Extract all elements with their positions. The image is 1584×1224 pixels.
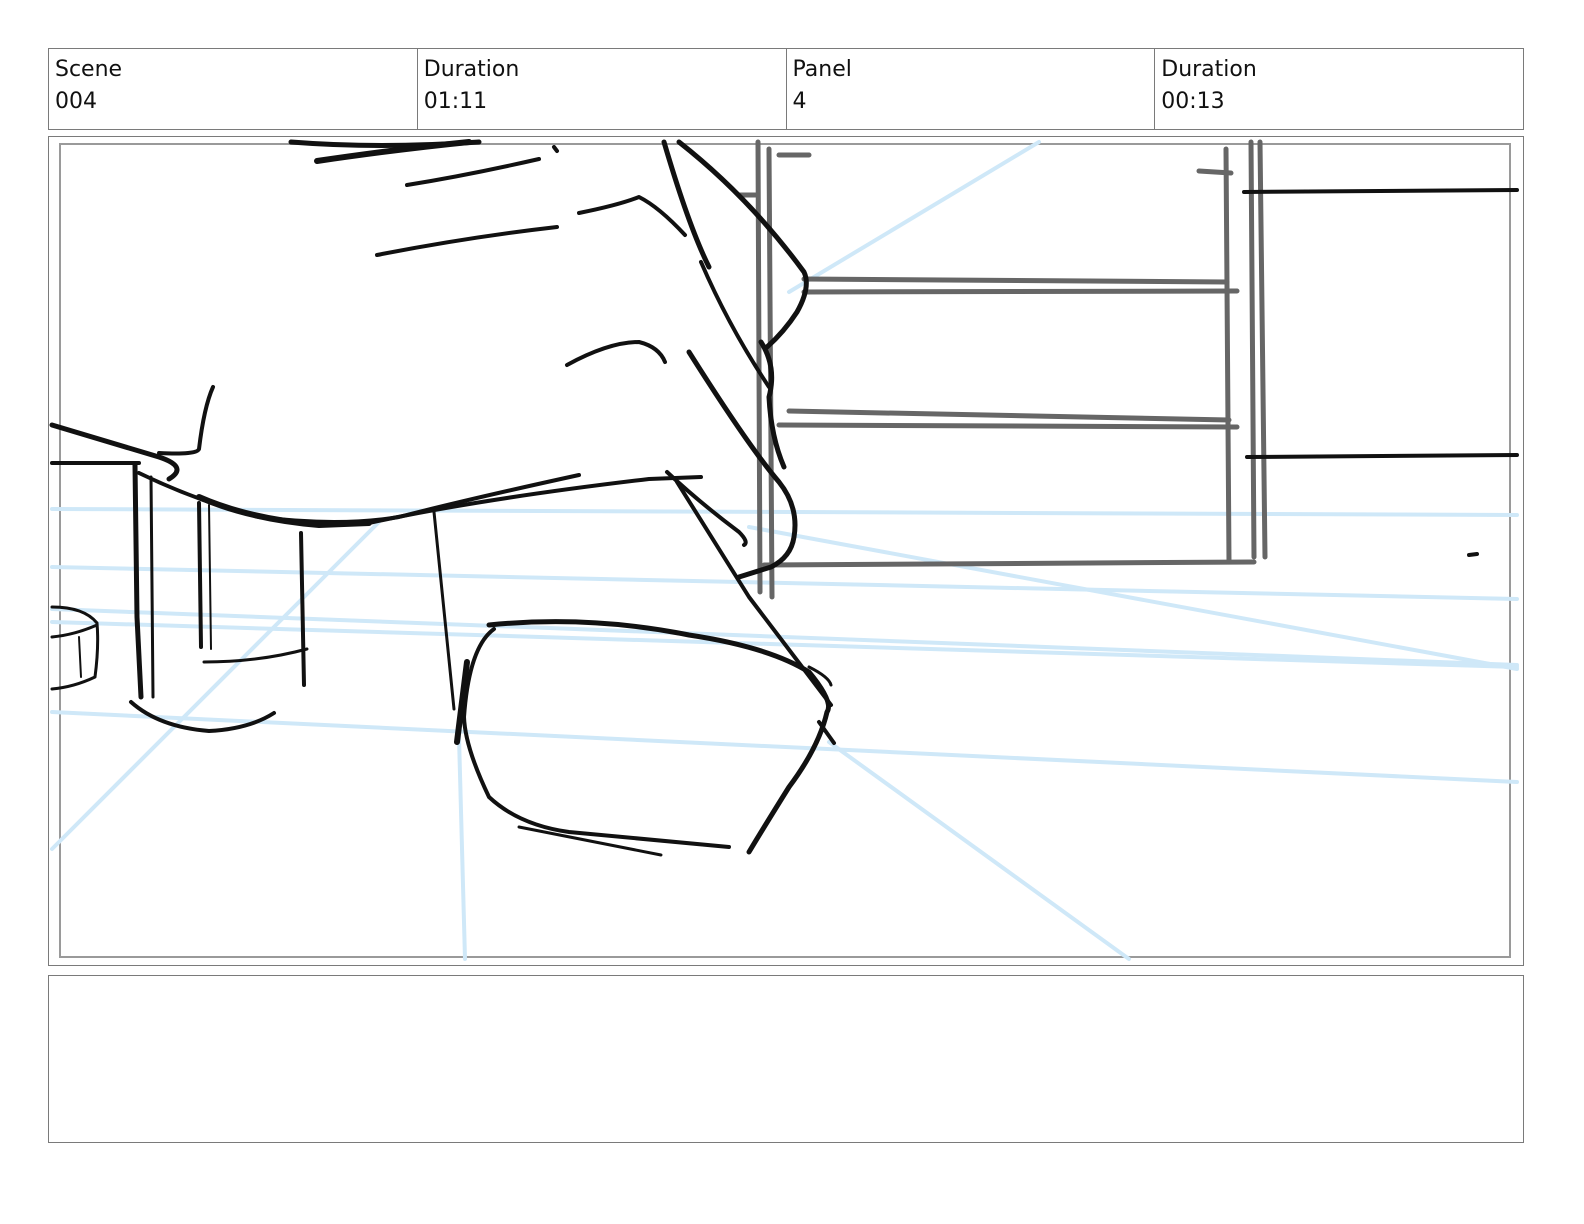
scene-label: Scene (55, 57, 123, 82)
panel-duration-value: 00:13 (1161, 89, 1225, 114)
scene-duration-value: 01:11 (423, 89, 488, 114)
safe-area-frame (59, 143, 1511, 958)
panel-cell: Panel 4 (785, 49, 1155, 129)
scene-duration-cell: Duration 01:11 (416, 49, 786, 129)
panel-value: 4 (792, 89, 807, 114)
hand-sketch (49, 139, 836, 857)
panel-notes-box[interactable] (48, 975, 1524, 1143)
background-window (736, 139, 1268, 600)
panel-label: Panel (792, 57, 852, 82)
scene-duration-label: Duration (423, 57, 520, 82)
scene-value: 004 (55, 89, 97, 114)
panel-duration-label: Duration (1161, 57, 1257, 82)
panel-info-table: Scene 004 Duration 01:11 Panel 4 Duratio… (48, 48, 1524, 130)
perspective-guides (50, 140, 1519, 961)
panel-duration-cell: Duration 00:13 (1154, 49, 1523, 129)
sketch-illustration (49, 139, 1519, 961)
scene-cell: Scene 004 (49, 49, 417, 129)
storyboard-panel-drawing (48, 136, 1524, 966)
